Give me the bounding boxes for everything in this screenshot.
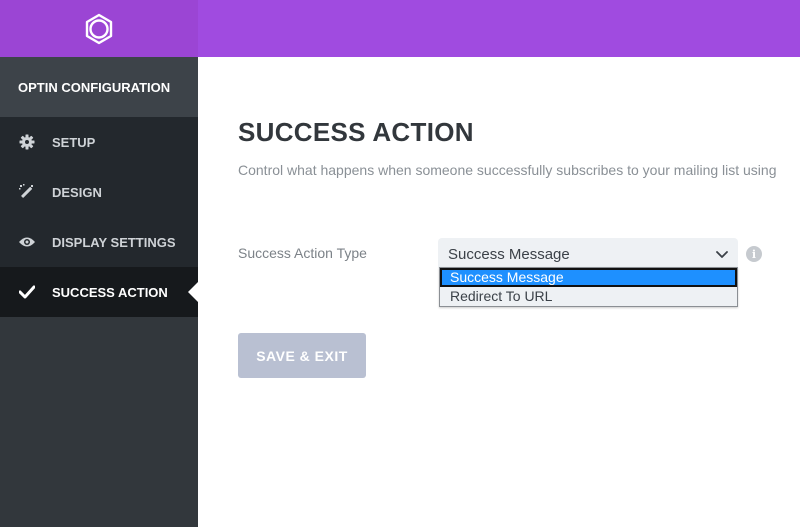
success-action-type-label: Success Action Type xyxy=(238,245,367,261)
success-action-type-row: Success Action Type Success Message i xyxy=(238,238,798,270)
select-value: Success Message xyxy=(448,245,570,263)
sidebar-header: OPTIN CONFIGURATION xyxy=(0,57,198,117)
success-action-type-options: Success Message Redirect To URL xyxy=(439,267,738,307)
logo-icon xyxy=(85,13,113,44)
sidebar-item-label: SUCCESS ACTION xyxy=(52,284,168,300)
checkmark-icon xyxy=(18,283,36,301)
eye-icon xyxy=(18,233,36,251)
success-action-type-select[interactable]: Success Message xyxy=(438,238,738,270)
main-content: SUCCESS ACTION Control what happens when… xyxy=(198,57,800,527)
page-description: Control what happens when someone succes… xyxy=(238,162,777,178)
page-title: SUCCESS ACTION xyxy=(238,117,474,147)
sidebar: OPTIN CONFIGURATION SETUP DESIGN DISPLAY… xyxy=(0,0,198,527)
top-bar xyxy=(198,0,800,57)
chevron-down-icon xyxy=(716,251,728,258)
gear-icon xyxy=(18,133,36,151)
dropdown-option-redirect-to-url[interactable]: Redirect To URL xyxy=(440,287,737,306)
magic-wand-icon xyxy=(18,183,36,201)
info-icon[interactable]: i xyxy=(746,246,762,262)
save-exit-button[interactable]: SAVE & EXIT xyxy=(238,333,366,378)
sidebar-item-success-action[interactable]: SUCCESS ACTION xyxy=(0,267,198,317)
sidebar-item-display-settings[interactable]: DISPLAY SETTINGS xyxy=(0,217,198,267)
sidebar-item-label: DISPLAY SETTINGS xyxy=(52,234,176,250)
sidebar-item-design[interactable]: DESIGN xyxy=(0,167,198,217)
sidebar-item-label: DESIGN xyxy=(52,184,102,200)
sidebar-item-setup[interactable]: SETUP xyxy=(0,117,198,167)
dropdown-option-success-message[interactable]: Success Message xyxy=(440,268,737,287)
logo-area xyxy=(0,0,198,57)
sidebar-item-label: SETUP xyxy=(52,134,96,150)
